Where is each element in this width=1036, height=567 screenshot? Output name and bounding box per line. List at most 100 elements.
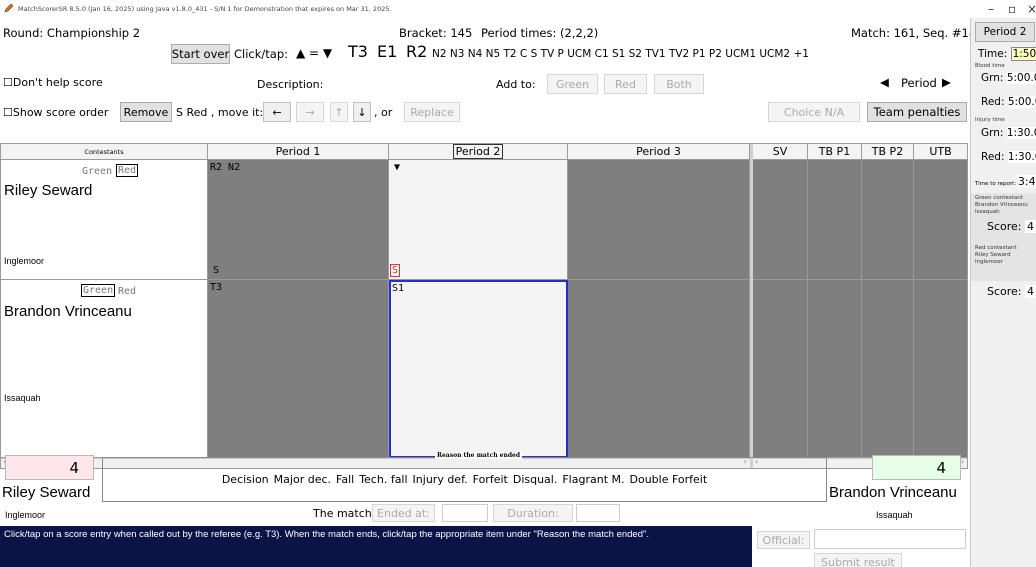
move-down-button[interactable]: ↓ xyxy=(353,102,371,122)
move-right-button[interactable]: → xyxy=(296,102,324,122)
header-period2[interactable]: Period 2 xyxy=(389,144,568,160)
red-injury-row[interactable]: Red: 1:30.0 xyxy=(981,151,1036,163)
green-period3-cell[interactable] xyxy=(568,280,750,458)
close-icon[interactable]: × xyxy=(1027,2,1036,16)
maximize-icon[interactable]: ▫ xyxy=(1008,2,1016,16)
header-period3[interactable]: Period 3 xyxy=(568,144,750,160)
add-to-label: Add to: xyxy=(496,78,536,91)
start-over-button[interactable]: Start over xyxy=(171,44,230,64)
reason-disqual[interactable]: Disqual. xyxy=(513,473,558,486)
reason-fall[interactable]: Fall xyxy=(336,473,354,486)
bracket-label: Bracket: 145 xyxy=(399,26,473,40)
period-prev-icon[interactable]: ◀ xyxy=(880,75,889,89)
or-label: , or xyxy=(374,106,393,119)
add-green-button[interactable]: Green xyxy=(547,74,598,94)
scroll-right-icon[interactable]: › xyxy=(961,457,964,466)
green-period2-cell[interactable]: S1 xyxy=(389,280,568,458)
reason-injury-def[interactable]: Injury def. xyxy=(413,473,468,486)
move-up-button[interactable]: ↑ xyxy=(330,102,348,122)
green-contestant-name: Brandon Vrinceanu xyxy=(4,303,132,320)
submit-result-button[interactable]: Submit result xyxy=(814,553,902,567)
reason-forfeit[interactable]: Forfeit xyxy=(473,473,508,486)
red-period2-cell[interactable]: ▼ S xyxy=(389,160,568,280)
red-period1-bottom[interactable]: S xyxy=(213,265,219,276)
add-both-button[interactable]: Both xyxy=(654,74,704,94)
green-contestant-team-small: Issaquah xyxy=(975,209,1000,215)
bottom-green-name: Brandon Vrinceanu xyxy=(829,484,957,501)
green-utb-cell[interactable] xyxy=(914,280,967,458)
red-period1-cell[interactable]: R2 N2 S xyxy=(208,160,389,280)
replace-button[interactable]: Replace xyxy=(404,102,460,122)
team-penalties-button[interactable]: Team penalties xyxy=(867,102,967,122)
reason-major-dec[interactable]: Major dec. xyxy=(274,473,331,486)
arrow-codes[interactable]: ▲ = ▼ xyxy=(296,46,332,60)
move-left-button[interactable]: ← xyxy=(263,102,291,122)
code-r2[interactable]: R2 xyxy=(406,42,427,61)
time-value[interactable]: 1:50. xyxy=(1010,47,1036,61)
red-blood-value[interactable]: 5:00.0 xyxy=(1007,96,1036,108)
time-to-report-row: Time to report: 3:42 xyxy=(975,175,1036,188)
red-period1-scores[interactable]: R2 N2 xyxy=(210,162,240,173)
red-blood-label: Red: xyxy=(981,96,1005,108)
green-row-red-tag: Red xyxy=(118,286,137,297)
grn-blood-row[interactable]: Grn: 5:00.0 xyxy=(981,72,1036,84)
red-utb-cell[interactable] xyxy=(914,160,967,280)
red-sv-cell[interactable] xyxy=(753,160,808,280)
green-tbp1-cell[interactable] xyxy=(808,280,862,458)
green-sv-cell[interactable] xyxy=(753,280,808,458)
header-sv[interactable]: SV xyxy=(753,144,808,160)
red-period2-top[interactable]: ▼ xyxy=(394,162,400,173)
show-score-order-checkbox[interactable]: ☐Show score order xyxy=(3,106,108,119)
grn-injury-row[interactable]: Grn: 1:30.0 xyxy=(981,127,1036,139)
time-row[interactable]: Time: 1:50. xyxy=(978,47,1036,61)
bottom-green-team: Issaquah xyxy=(876,510,913,520)
grn-injury-value[interactable]: 1:30.0 xyxy=(1006,127,1036,139)
code-e1[interactable]: E1 xyxy=(377,42,397,61)
code-t3[interactable]: T3 xyxy=(348,42,368,61)
ended-at-button[interactable]: Ended at: xyxy=(372,504,435,522)
green-score-box: 4 xyxy=(872,455,961,480)
main-panel: Round: Championship 2 Bracket: 145 Perio… xyxy=(0,18,976,567)
duration-field[interactable] xyxy=(576,504,620,522)
reason-decision[interactable]: Decision xyxy=(222,473,269,486)
the-match-label: The match xyxy=(313,507,372,520)
red-injury-label: Red: xyxy=(981,151,1005,163)
green-period1-cell[interactable]: T3 xyxy=(208,280,389,458)
header-period1[interactable]: Period 1 xyxy=(208,144,389,160)
period-next-icon[interactable]: ▶ xyxy=(942,75,951,89)
reason-flagrant-m[interactable]: Flagrant M. xyxy=(562,473,624,486)
reason-tech-fall[interactable]: Tech. fall xyxy=(359,473,407,486)
header-tbp1[interactable]: TB P1 xyxy=(808,144,862,160)
official-field[interactable] xyxy=(814,529,966,549)
green-contestant-panel: Green contestant Brandon Vrinceanu Issaq… xyxy=(971,193,1036,281)
header-period2-label: Period 2 xyxy=(452,144,504,159)
time-to-report-label: Time to report: xyxy=(975,181,1017,187)
header-utb[interactable]: UTB xyxy=(914,144,967,160)
green-tbp2-cell[interactable] xyxy=(862,280,914,458)
period-indicator[interactable]: Period 2 xyxy=(975,22,1035,42)
red-period3-cell[interactable] xyxy=(568,160,750,280)
red-period2-bottom[interactable]: S xyxy=(390,264,401,277)
red-injury-value[interactable]: 1:30.0 xyxy=(1007,151,1036,163)
ended-at-field[interactable] xyxy=(442,504,488,522)
reason-group: Reason the match ended Decision Major de… xyxy=(102,452,827,502)
duration-button[interactable]: Duration: xyxy=(493,504,573,522)
remove-button[interactable]: Remove xyxy=(120,102,172,122)
period-nav-label: Period xyxy=(901,76,937,90)
code-list[interactable]: N2 N3 N4 N5 T2 C S TV P UCM C1 S1 S2 TV1… xyxy=(432,48,809,60)
red-tbp1-cell[interactable] xyxy=(808,160,862,280)
red-contestant-team: Inglemoor xyxy=(4,256,45,266)
choice-na-button[interactable]: Choice N/A xyxy=(768,102,860,122)
green-period2-scores[interactable]: S1 xyxy=(392,283,404,294)
header-tbp2[interactable]: TB P2 xyxy=(862,144,914,160)
add-red-button[interactable]: Red xyxy=(604,74,647,94)
reason-double-forfeit[interactable]: Double Forfeit xyxy=(630,473,708,486)
dont-help-score-checkbox[interactable]: ☐Don't help score xyxy=(3,76,103,89)
green-score-row: Score: 4 xyxy=(987,220,1036,233)
red-tbp2-cell[interactable] xyxy=(862,160,914,280)
red-blood-row[interactable]: Red: 5:00.0 xyxy=(981,96,1036,108)
minimize-icon[interactable]: – xyxy=(988,2,994,16)
grn-blood-value[interactable]: 5:00.0 xyxy=(1006,72,1036,84)
official-button[interactable]: Official: xyxy=(757,531,810,549)
green-period1-scores[interactable]: T3 xyxy=(210,282,222,293)
